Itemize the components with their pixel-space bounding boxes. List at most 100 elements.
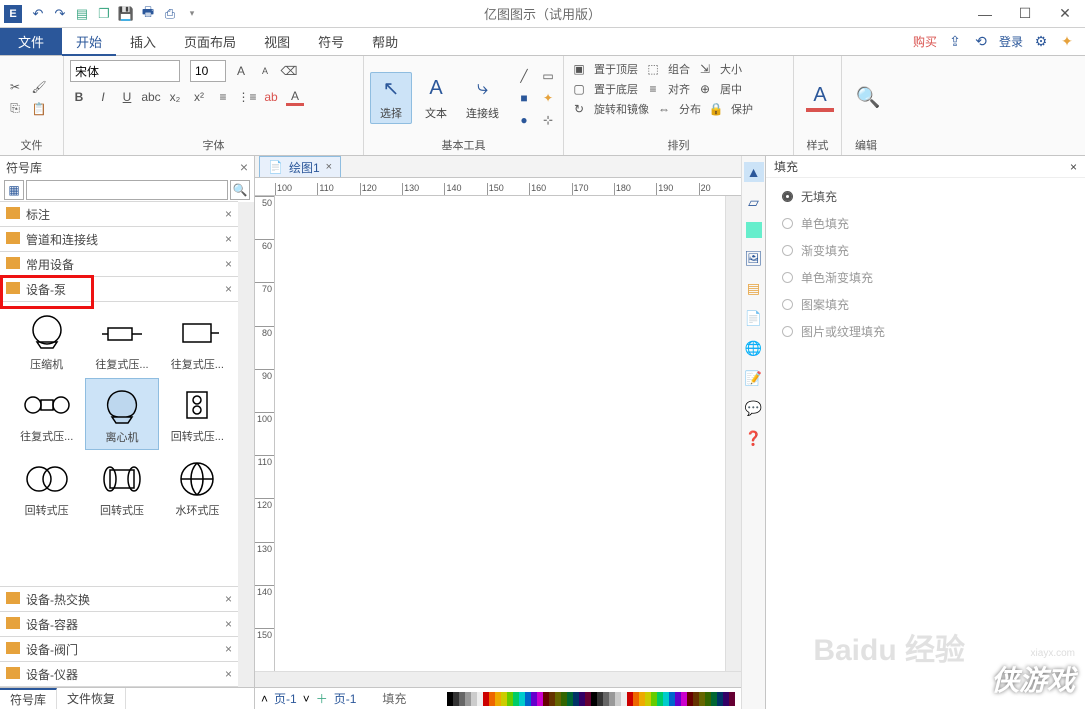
shape-item-7[interactable]: 回转式压 — [85, 452, 158, 522]
connector-tool[interactable]: ⤷连接线 — [460, 73, 505, 123]
category-7[interactable]: 设备-仪器× — [0, 661, 238, 687]
print-icon[interactable]: 🖶 — [140, 6, 156, 22]
underline-icon[interactable]: U — [118, 88, 136, 106]
category-4[interactable]: 设备-热交换× — [0, 586, 238, 612]
settings-icon[interactable]: ⚙ — [1033, 34, 1049, 50]
redo-icon[interactable]: ↷ — [52, 6, 68, 22]
dock-fill-icon[interactable]: ▲ — [744, 162, 764, 182]
dock-comment-icon[interactable]: 💬 — [744, 398, 764, 418]
bring-front-label[interactable]: 置于顶层 — [594, 61, 638, 77]
brush-icon[interactable]: 🖌 — [30, 78, 48, 96]
dock-doc-icon[interactable]: 📝 — [744, 368, 764, 388]
star-shape-icon[interactable]: ✦ — [539, 89, 557, 107]
doc-tab-close-icon[interactable]: × — [326, 161, 332, 173]
page-nav-2[interactable]: 页-1 — [334, 690, 357, 707]
page-nav-1[interactable]: 页-1 — [274, 690, 297, 707]
category-5[interactable]: 设备-容器× — [0, 611, 238, 637]
distribute-label[interactable]: 分布 — [679, 101, 701, 117]
dock-pic-icon[interactable]: 🖼 — [744, 248, 764, 268]
fill-option-5[interactable]: 图片或纹理填充 — [782, 323, 1069, 340]
tab-insert[interactable]: 插入 — [116, 28, 170, 55]
paste-icon[interactable]: 📋 — [30, 100, 48, 118]
strike-icon[interactable]: abc — [142, 88, 160, 106]
buy-link[interactable]: 购买 — [913, 33, 937, 50]
select-tool[interactable]: ↖选择 — [370, 72, 412, 124]
color-swatches[interactable] — [447, 692, 735, 706]
left-panel-close-icon[interactable]: × — [240, 159, 248, 175]
protect-label[interactable]: 保护 — [731, 101, 753, 117]
font-name-combo[interactable] — [70, 60, 180, 82]
tab-help[interactable]: 帮助 — [358, 28, 412, 55]
protect-icon[interactable]: 🔒 — [707, 100, 725, 118]
cloud-icon[interactable]: ⟲ — [973, 34, 989, 50]
line-shape-icon[interactable]: ╱ — [515, 67, 533, 85]
group-icon[interactable]: ⬚ — [644, 60, 662, 78]
shape-item-6[interactable]: 回转式压 — [10, 452, 83, 522]
dock-layers-icon[interactable]: ▤ — [744, 278, 764, 298]
qat-dropdown-icon[interactable]: ▾ — [184, 6, 200, 22]
copy-icon[interactable]: ⎘ — [6, 100, 24, 118]
bring-front-icon[interactable]: ▣ — [570, 60, 588, 78]
find-button[interactable]: 🔍 — [848, 82, 888, 114]
new-icon[interactable]: ▤ — [74, 6, 90, 22]
grow-font-icon[interactable]: A — [232, 62, 250, 80]
category-0[interactable]: 标注× — [0, 201, 238, 227]
tab-symbol[interactable]: 符号 — [304, 28, 358, 55]
category-6[interactable]: 设备-阀门× — [0, 636, 238, 662]
page-nav-up-icon[interactable]: ˄ — [261, 692, 268, 706]
canvas-vscrollbar[interactable] — [725, 196, 741, 671]
clear-format-icon[interactable]: ⌫ — [280, 62, 298, 80]
line-spacing-icon[interactable]: ≡ — [214, 88, 232, 106]
bold-icon[interactable]: B — [70, 88, 88, 106]
text-tool[interactable]: A文本 — [416, 73, 456, 123]
font-color-icon[interactable]: A — [286, 88, 304, 106]
shrink-font-icon[interactable]: A — [256, 62, 274, 80]
category-1[interactable]: 管道和连接线× — [0, 226, 238, 252]
superscript-icon[interactable]: x² — [190, 88, 208, 106]
bullets-icon[interactable]: ⋮≡ — [238, 88, 256, 106]
highlight-icon[interactable]: ab — [262, 88, 280, 106]
center-icon[interactable]: ⊕ — [696, 80, 714, 98]
circle-shape-icon[interactable]: ● — [515, 111, 533, 129]
export-icon[interactable]: ⎙ — [162, 6, 178, 22]
tab-layout[interactable]: 页面布局 — [170, 28, 250, 55]
category-3[interactable]: 设备-泵× — [0, 276, 238, 302]
shape-item-5[interactable]: 回转式压... — [161, 378, 234, 450]
maximize-button[interactable]: ☐ — [1005, 0, 1045, 28]
group-label[interactable]: 组合 — [668, 61, 690, 77]
dock-globe-icon[interactable]: 🌐 — [744, 338, 764, 358]
tab-view[interactable]: 视图 — [250, 28, 304, 55]
undo-icon[interactable]: ↶ — [30, 6, 46, 22]
tab-start[interactable]: 开始 — [62, 28, 116, 55]
bottom-tab-library[interactable]: 符号库 — [0, 688, 57, 709]
doc-tab-1[interactable]: 📄 绘图1 × — [259, 156, 341, 177]
distribute-icon[interactable]: ⇔ — [655, 100, 673, 118]
page-nav-down-icon[interactable]: ˅ — [303, 692, 310, 706]
bottom-tab-recovery[interactable]: 文件恢复 — [57, 688, 126, 709]
shape-item-3[interactable]: 往复式压... — [10, 378, 83, 450]
center-label[interactable]: 居中 — [720, 81, 742, 97]
cut-icon[interactable]: ✂ — [6, 78, 24, 96]
symbol-search-input[interactable] — [26, 180, 228, 200]
dock-color-icon[interactable] — [746, 222, 762, 238]
crop-shape-icon[interactable]: ⊹ — [539, 111, 557, 129]
rect-shape-icon[interactable]: ▭ — [539, 67, 557, 85]
size-label[interactable]: 大小 — [720, 61, 742, 77]
search-icon[interactable]: 🔍 — [230, 180, 250, 200]
fill-option-4[interactable]: 图案填充 — [782, 296, 1069, 313]
fill-option-1[interactable]: 单色填充 — [782, 215, 1069, 232]
size-icon[interactable]: ⇲ — [696, 60, 714, 78]
subscript-icon[interactable]: x₂ — [166, 88, 184, 106]
align-label[interactable]: 对齐 — [668, 81, 690, 97]
drawing-canvas[interactable] — [275, 196, 725, 671]
minimize-button[interactable]: — — [965, 0, 1005, 28]
send-back-label[interactable]: 置于底层 — [594, 81, 638, 97]
square-shape-icon[interactable]: ■ — [515, 89, 533, 107]
fill-option-3[interactable]: 单色渐变填充 — [782, 269, 1069, 286]
rotate-label[interactable]: 旋转和镜像 — [594, 101, 649, 117]
dock-line-icon[interactable]: ▱ — [744, 192, 764, 212]
shape-item-1[interactable]: 往复式压... — [85, 306, 158, 376]
align-icon[interactable]: ≡ — [644, 80, 662, 98]
fill-panel-close-icon[interactable]: × — [1070, 160, 1077, 174]
apps-icon[interactable]: ✦ — [1059, 34, 1075, 50]
